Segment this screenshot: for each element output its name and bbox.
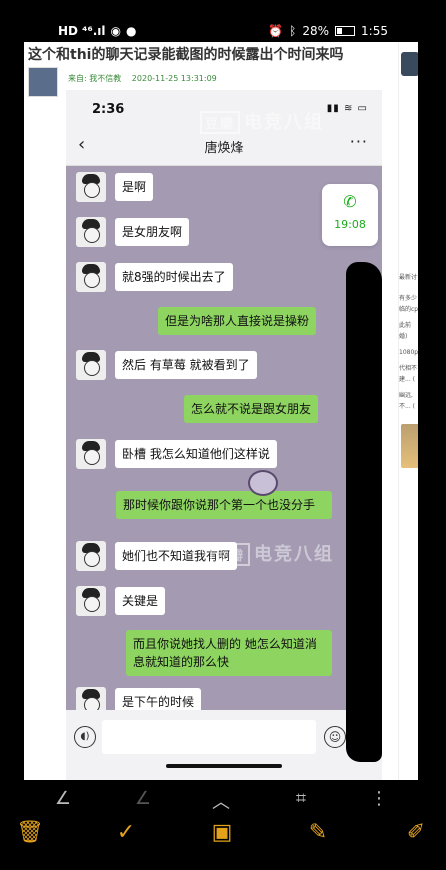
- message-bubble: 那时候你跟你说那个第一个也没分手: [116, 491, 332, 519]
- message-bubble: 怎么就不说是跟女朋友: [184, 395, 319, 423]
- sidebar-line[interactable]: 不... (: [399, 401, 418, 412]
- confirm-icon[interactable]: ✓: [110, 820, 142, 845]
- undo-icon[interactable]: ∠: [48, 788, 78, 809]
- edit-icon[interactable]: ✐: [400, 820, 432, 845]
- editor-toolbar: ∠ ∠ ︿ ⌗ ⋮ 🗑 ✓ ▣ ✎ ✐: [0, 780, 446, 870]
- notification-icon: ◉: [110, 24, 121, 38]
- contact-avatar[interactable]: [76, 439, 106, 469]
- chat-time: 2:36: [92, 102, 125, 117]
- author-avatar[interactable]: [28, 67, 58, 97]
- more-icon[interactable]: ⋮: [364, 788, 394, 809]
- chat-message: 怎么就不说是跟女朋友: [184, 395, 319, 423]
- chat-message: 那时候你跟你说那个第一个也没分手: [116, 482, 332, 528]
- up-icon[interactable]: ︿: [206, 788, 236, 814]
- message-bubble: 是啊: [115, 173, 154, 201]
- home-indicator: [166, 764, 282, 768]
- chat-message: 然后 有草莓 就被看到了: [76, 350, 257, 380]
- redo-icon[interactable]: ∠: [128, 788, 158, 809]
- chat-message: 是女朋友啊: [76, 217, 190, 247]
- bluetooth-icon: ᛒ: [289, 24, 297, 38]
- message-bubble: 是女朋友啊: [115, 218, 190, 246]
- message-bubble: 卧槽 我怎么知道他们这样说: [115, 440, 277, 468]
- contact-avatar[interactable]: [76, 262, 106, 292]
- message-bubble: 她们也不知道我有啊: [115, 542, 238, 570]
- status-left: HD ⁴⁶.ıl ◉ ●: [58, 24, 136, 38]
- network-indicator: HD ⁴⁶.ıl: [58, 24, 106, 38]
- clock: 1:55: [361, 24, 388, 38]
- redaction-scribble: [346, 262, 382, 762]
- sidebar-line[interactable]: 有多少: [399, 293, 418, 304]
- crop-icon[interactable]: ⌗: [286, 788, 316, 809]
- message-input[interactable]: [102, 720, 316, 754]
- sidebar-line[interactable]: 婚): [399, 331, 418, 342]
- chat-message: 但是为啥那人直接说是操粉: [158, 307, 317, 335]
- article-source[interactable]: 来自: 我不信教: [68, 74, 121, 83]
- chat-message: 就8强的时候出去了: [76, 262, 233, 292]
- sidebar-avatar[interactable]: [401, 52, 418, 76]
- chat-icon: ●: [125, 24, 137, 38]
- delete-icon[interactable]: 🗑: [14, 820, 46, 845]
- message-bubble: 而且你说她找人删的 她怎么知道消息就知道的那么快: [126, 630, 332, 676]
- sidebar-thumbnail[interactable]: [401, 424, 418, 468]
- contact-avatar[interactable]: [76, 586, 106, 616]
- chat-message: 而且你说她找人删的 她怎么知道消息就知道的那么快: [126, 630, 332, 676]
- emoji-icon[interactable]: ☺: [324, 726, 346, 748]
- chat-message: 是啊: [76, 172, 154, 202]
- toolbar-nav: ∠ ∠ ︿ ⌗ ⋮: [0, 788, 446, 814]
- battery-percent: 28%: [302, 24, 330, 38]
- sidebar-line[interactable]: 幽远,: [399, 390, 418, 401]
- chat-header: ‹ 唐焕烽 ···: [66, 126, 382, 166]
- voice-icon[interactable]: ◖): [74, 726, 96, 748]
- message-bubble: 就8强的时候出去了: [115, 263, 233, 291]
- chat-status-bar: 2:36 ▮▮ ≋ ▭: [66, 90, 382, 126]
- chat-message: 关键是: [76, 586, 166, 616]
- article-title: 这个和thi的聊天记录能截图的时候露出个时间来吗: [28, 47, 344, 63]
- camera-icon[interactable]: ▣: [206, 820, 238, 845]
- contact-name: 唐焕烽: [204, 141, 244, 156]
- sidebar-line[interactable]: 1080p: [399, 347, 418, 358]
- contact-avatar[interactable]: [76, 350, 106, 380]
- contact-avatar[interactable]: [76, 541, 106, 571]
- sidebar-line: 最新讨: [399, 274, 418, 281]
- status-right: ⏰ ᛒ 28% 1:55: [268, 24, 388, 38]
- article-meta: 来自: 我不信教 2020-11-25 13:31:09: [68, 73, 217, 84]
- message-bubble: 然后 有草莓 就被看到了: [115, 351, 257, 379]
- article-screen: 这个和thi的聊天记录能截图的时候露出个时间来吗 来自: 我不信教 2020-1…: [24, 42, 418, 780]
- chat-message: 卧槽 我怎么知道他们这样说: [76, 439, 277, 469]
- contact-avatar[interactable]: [76, 217, 106, 247]
- call-duration: 19:08: [334, 218, 366, 231]
- sticker-emoji: [248, 470, 278, 496]
- toolbar-actions: 🗑 ✓ ▣ ✎ ✐: [0, 820, 446, 860]
- sidebar-line[interactable]: 代相不: [399, 363, 418, 374]
- message-bubble: 关键是: [115, 587, 166, 615]
- sidebar-line[interactable]: 建... (: [399, 374, 418, 385]
- chat-message: 她们也不知道我有啊: [76, 541, 238, 571]
- message-bubble: 但是为啥那人直接说是操粉: [158, 307, 317, 335]
- battery-icon: [335, 26, 356, 36]
- signal-wifi-battery-icon: ▮▮ ≋ ▭: [326, 103, 368, 114]
- sidebar: 最新讨 有多少 临的cp 此前 婚) 1080p 代相不 建... ( 幽远, …: [398, 42, 418, 780]
- floating-call-window[interactable]: ✆ 19:08: [322, 184, 378, 246]
- phone-icon: ✆: [343, 192, 357, 211]
- alarm-icon: ⏰: [268, 24, 284, 38]
- contact-avatar[interactable]: [76, 172, 106, 202]
- chat-input-bar: ◖) ☺ +: [66, 710, 382, 780]
- sidebar-line[interactable]: 临的cp: [399, 304, 418, 315]
- pen-icon[interactable]: ✎: [302, 820, 334, 845]
- more-icon[interactable]: ···: [350, 132, 368, 151]
- article-date: 2020-11-25 13:31:09: [131, 74, 217, 83]
- sidebar-line[interactable]: 此前: [399, 320, 418, 331]
